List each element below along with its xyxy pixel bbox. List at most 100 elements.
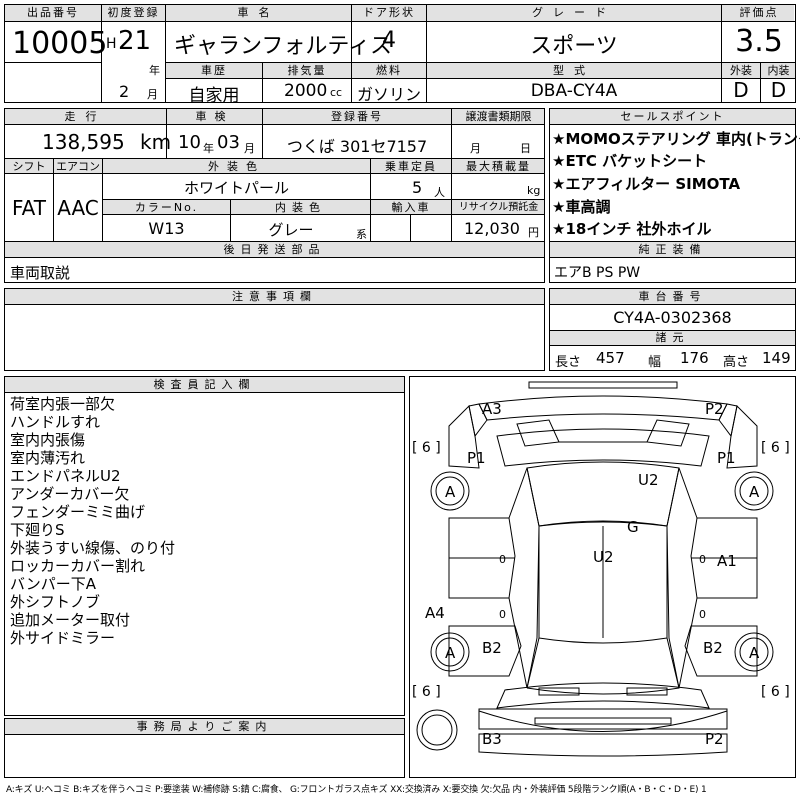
inspector-line: 室内内張傷 bbox=[10, 431, 86, 449]
sales-point: ★車高調 bbox=[552, 198, 611, 216]
inspector-line: フェンダーミミ曲げ bbox=[10, 503, 146, 521]
reg-month: 2 bbox=[119, 82, 130, 101]
legend: A:キズ U:ヘコミ B:キズを伴うヘコミ P:要塗装 W:補修跡 S:錆 C:… bbox=[6, 785, 707, 795]
gap-mark: 0 bbox=[499, 608, 506, 621]
ext-color-label: 外装色 bbox=[208, 160, 265, 173]
era: H bbox=[106, 36, 117, 52]
damage-mark: A1 bbox=[717, 552, 737, 570]
damage-mark: B2 bbox=[703, 639, 723, 657]
gap-mark: 0 bbox=[699, 553, 706, 566]
gap-mark: 0 bbox=[699, 608, 706, 621]
equipment-label: 純正装備 bbox=[638, 243, 707, 256]
damage-mark: A3 bbox=[482, 400, 502, 418]
width-label: 幅 bbox=[648, 355, 662, 370]
damage-mark: B3 bbox=[482, 730, 502, 748]
height-value: 149 bbox=[762, 349, 791, 367]
model-type: DBA-CY4A bbox=[530, 81, 618, 101]
tire-tread-label: [ 6 ] bbox=[412, 684, 441, 700]
recycle: 12,030 bbox=[464, 219, 520, 238]
plate-number: つくば 301セ7157 bbox=[286, 137, 428, 156]
fuel-label: 燃料 bbox=[376, 64, 402, 77]
insp-year-unit: 年 bbox=[203, 142, 214, 155]
capacity: 5 bbox=[412, 178, 423, 197]
office-label: 事務局よりご案内 bbox=[136, 720, 273, 733]
ac: AAC bbox=[57, 196, 99, 220]
damage-mark: P2 bbox=[705, 400, 724, 418]
mileage-unit: km bbox=[140, 130, 172, 154]
displacement: 2000 bbox=[284, 81, 328, 101]
reg-year: 21 bbox=[118, 26, 152, 56]
notes-label: 注意事項欄 bbox=[232, 290, 317, 303]
spec-label: 諸元 bbox=[655, 331, 690, 344]
tire-tread-label: [ 6 ] bbox=[761, 440, 790, 456]
sales-point: ★18インチ 社外ホイル bbox=[552, 220, 712, 238]
exterior-score: D bbox=[733, 78, 749, 102]
parts-value: 車両取説 bbox=[10, 264, 71, 282]
transfer-day-unit: 日 bbox=[520, 142, 531, 155]
inspector-line: 追加メーター取付 bbox=[10, 611, 131, 629]
exterior-label: 外装 bbox=[730, 64, 752, 77]
car-diagram-drawing: A3 P2 P1 U2 P1 A A G U2 A1 A4 B2 B2 A A … bbox=[412, 381, 790, 757]
interior-score: D bbox=[770, 78, 787, 102]
first-reg-label: 初度登録 bbox=[107, 6, 160, 19]
gap-mark: 0 bbox=[499, 553, 506, 566]
grade: スポーツ bbox=[530, 34, 618, 59]
lot-no-label: 出品番号 bbox=[27, 6, 79, 19]
inspector-line: 外シフトノブ bbox=[10, 593, 101, 611]
height-label: 高さ bbox=[723, 355, 750, 370]
sales-points-label: セールスポイント bbox=[620, 110, 725, 123]
mileage-label: 走行 bbox=[64, 110, 107, 123]
score-label: 評価点 bbox=[739, 6, 779, 19]
damage-mark: A4 bbox=[425, 604, 445, 622]
load-label: 最大積載量 bbox=[466, 160, 531, 173]
fuel: ガソリン bbox=[356, 85, 421, 104]
inspector-line: ハンドルすれ bbox=[10, 413, 101, 431]
insp-year: 10 bbox=[178, 132, 201, 153]
history-label: 車歴 bbox=[201, 64, 227, 77]
insp-month-unit: 月 bbox=[244, 142, 255, 155]
color-no: W13 bbox=[148, 219, 185, 238]
damage-mark: P2 bbox=[705, 730, 724, 748]
inspector-line: 室内薄汚れ bbox=[10, 449, 86, 467]
displacement-label: 排気量 bbox=[287, 64, 327, 77]
sales-point: ★エアフィルター SIMOTA bbox=[552, 175, 741, 193]
load-unit: kg bbox=[527, 184, 541, 197]
lot-no: 10005 bbox=[12, 26, 108, 61]
inspector-line: バンパー下A bbox=[10, 575, 97, 593]
damage-mark: U2 bbox=[638, 471, 659, 489]
reg-month-unit: 月 bbox=[147, 88, 158, 101]
recycle-unit: 円 bbox=[528, 226, 539, 239]
capacity-unit: 人 bbox=[434, 186, 445, 199]
tire-tread-label: [ 6 ] bbox=[761, 684, 790, 700]
score: 3.5 bbox=[735, 24, 783, 59]
ext-color: ホワイトパール bbox=[183, 179, 289, 197]
damage-mark: A bbox=[445, 644, 456, 662]
mileage: 138,595 bbox=[42, 130, 125, 154]
shift: FAT bbox=[11, 196, 46, 220]
damage-mark: P1 bbox=[467, 449, 486, 467]
color-no-label: カラーNo. bbox=[134, 201, 199, 214]
inspector-line: ロッカーカバー割れ bbox=[10, 557, 146, 575]
doors: 4 bbox=[382, 28, 396, 53]
inspector-line: 外サイドミラー bbox=[10, 629, 116, 647]
equipment-value: エアB PS PW bbox=[554, 265, 641, 281]
damage-mark: A bbox=[749, 483, 760, 501]
length-label: 長さ bbox=[555, 355, 582, 370]
interior-label: 内装 bbox=[767, 64, 790, 77]
ac-label: エアコン bbox=[56, 160, 100, 173]
reg-year-unit: 年 bbox=[149, 64, 160, 77]
chassis-number: CY4A-0302368 bbox=[613, 308, 732, 327]
parts-label: 後日発送部品 bbox=[223, 243, 326, 256]
int-color: グレー bbox=[268, 221, 314, 239]
insp-month: 03 bbox=[217, 132, 240, 153]
sales-point: ★ETC バケットシート bbox=[552, 152, 708, 170]
capacity-label: 乗車定員 bbox=[385, 160, 437, 173]
displacement-unit: cc bbox=[330, 86, 343, 99]
tire-tread-label: [ 6 ] bbox=[412, 440, 441, 456]
inspector-line: 外装うすい線傷、のり付 bbox=[10, 539, 176, 557]
damage-mark: U2 bbox=[593, 548, 614, 566]
recycle-label: リサイクル預託金 bbox=[458, 202, 539, 213]
width-value: 176 bbox=[680, 349, 709, 367]
damage-mark: B2 bbox=[482, 639, 502, 657]
transfer-month-unit: 月 bbox=[470, 142, 481, 155]
